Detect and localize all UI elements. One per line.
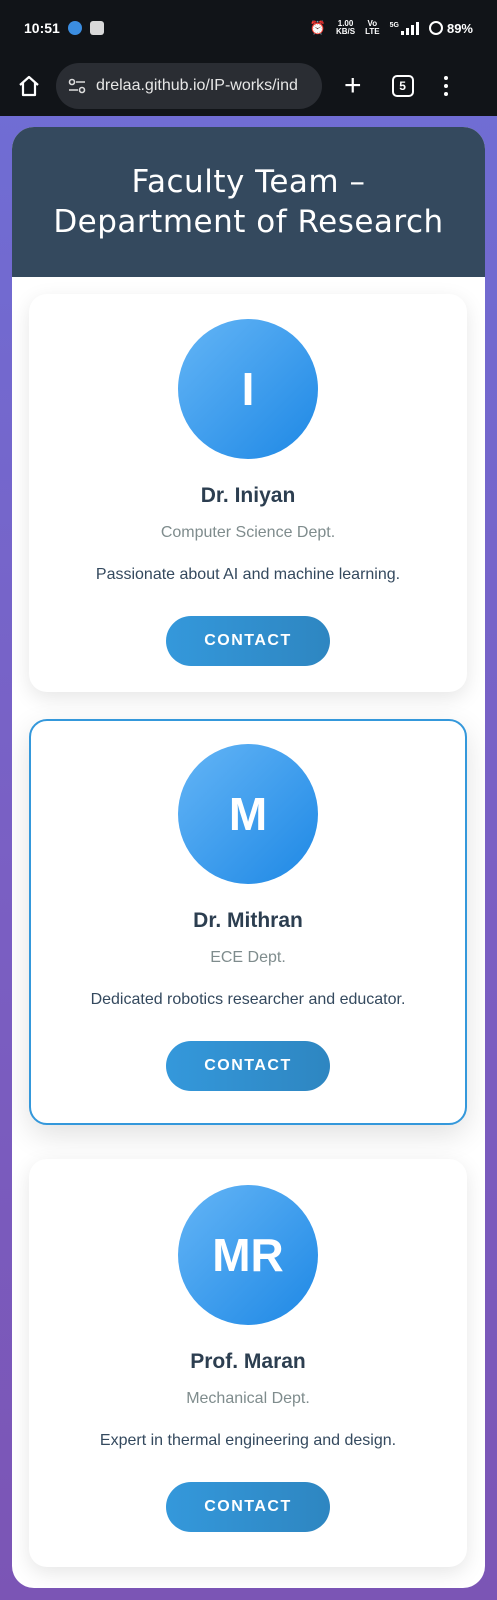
status-left: 10:51	[24, 20, 104, 36]
notification-icon	[89, 21, 104, 35]
menu-icon[interactable]	[443, 76, 448, 96]
site-settings-icon[interactable]	[68, 78, 86, 94]
volte-bottom: LTE	[365, 27, 380, 36]
faculty-card: M Dr. Mithran ECE Dept. Dedicated roboti…	[29, 719, 467, 1125]
battery-level: 89%	[446, 20, 473, 36]
avatar: MR	[178, 1185, 318, 1325]
tab-switcher-button[interactable]: 5	[391, 75, 414, 97]
status-time: 10:51	[24, 20, 60, 36]
avatar: M	[178, 744, 318, 884]
faculty-desc: Passionate about AI and machine learning…	[95, 566, 401, 583]
faculty-name: Dr. Iniyan	[200, 484, 296, 507]
faculty-desc: Dedicated robotics researcher and educat…	[90, 991, 406, 1008]
page-title: Faculty Team – Department of Research	[53, 164, 444, 240]
faculty-dept: Mechanical Dept.	[186, 1390, 310, 1407]
signal-label: 5G	[389, 21, 399, 29]
faculty-container: Faculty Team – Department of Research I …	[12, 127, 485, 1588]
contact-button[interactable]: CONTACT	[166, 616, 330, 666]
contact-button[interactable]: CONTACT	[166, 1482, 330, 1532]
battery-ring-icon	[428, 21, 443, 35]
contact-button[interactable]: CONTACT	[166, 1041, 330, 1091]
net-speed-unit: KB/S	[335, 27, 356, 36]
status-bar: 10:51 ⏰ 1.00 KB/S Vo LTE 5G 89%	[0, 0, 497, 56]
faculty-name: Dr. Mithran	[193, 909, 303, 932]
url-bar[interactable]: drelaa.github.io/IP-works/ind	[56, 63, 322, 109]
avatar: I	[178, 319, 318, 459]
url-text: drelaa.github.io/IP-works/ind	[96, 77, 298, 94]
signal-bars-icon	[400, 21, 419, 35]
alarm-icon: ⏰	[309, 20, 326, 35]
faculty-dept: ECE Dept.	[210, 949, 286, 966]
faculty-card: MR Prof. Maran Mechanical Dept. Expert i…	[29, 1159, 467, 1567]
net-speed: 1.00 KB/S	[336, 20, 355, 36]
browser-actions: + 5	[344, 71, 448, 101]
battery-indicator: 89%	[428, 20, 473, 36]
home-button[interactable]	[14, 71, 44, 101]
page-header: Faculty Team – Department of Research	[12, 127, 485, 277]
home-icon	[19, 75, 39, 97]
signal-indicator: 5G	[389, 21, 419, 35]
volte-indicator: Vo LTE	[365, 20, 380, 36]
faculty-card: I Dr. Iniyan Computer Science Dept. Pass…	[29, 294, 467, 692]
faculty-desc: Expert in thermal engineering and design…	[99, 1432, 397, 1449]
new-tab-button[interactable]: +	[344, 71, 362, 101]
status-right: ⏰ 1.00 KB/S Vo LTE 5G 89%	[310, 20, 473, 36]
browser-toolbar: drelaa.github.io/IP-works/ind + 5	[0, 56, 497, 116]
faculty-dept: Computer Science Dept.	[160, 524, 336, 541]
faculty-name: Prof. Maran	[190, 1350, 306, 1373]
cloud-icon	[67, 21, 82, 35]
